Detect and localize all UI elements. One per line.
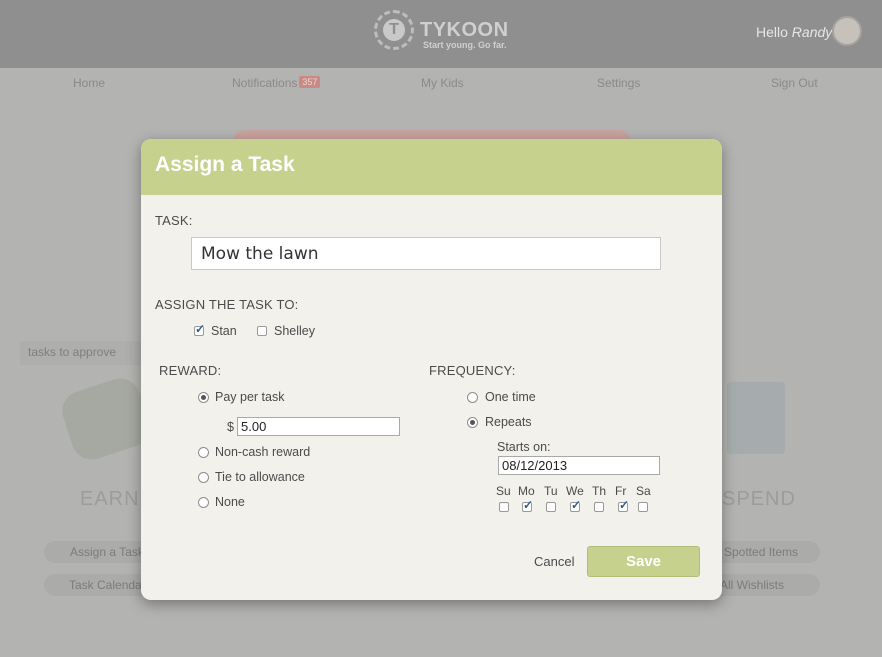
- day-checkbox-we[interactable]: [570, 498, 581, 512]
- reward-radio-none[interactable]: [198, 497, 209, 508]
- day-checkbox-su[interactable]: [499, 502, 509, 512]
- assign-task-dialog: Assign a Task TASK: Mow the lawn ASSIGN …: [141, 139, 722, 600]
- reward-amount-input[interactable]: 5.00: [237, 417, 400, 436]
- day-label-th: Th: [592, 484, 607, 498]
- frequency-option-one-time: One time: [485, 390, 536, 404]
- day-checkbox-sa[interactable]: [638, 502, 648, 512]
- frequency-label: FREQUENCY:: [429, 363, 516, 378]
- day-checkbox-fr[interactable]: [618, 498, 629, 512]
- kid-name-shelley: Shelley: [274, 324, 315, 338]
- day-label-mo: Mo: [518, 484, 535, 498]
- day-label-fr: Fr: [615, 484, 627, 498]
- reward-radio-pay-per-task[interactable]: [198, 392, 209, 403]
- cancel-button[interactable]: Cancel: [534, 554, 574, 569]
- day-label-sa: Sa: [636, 484, 651, 498]
- reward-radio-tie-allowance[interactable]: [198, 472, 209, 483]
- save-button[interactable]: Save: [587, 546, 700, 577]
- start-date-input[interactable]: 08/12/2013: [498, 456, 660, 475]
- task-name-input[interactable]: Mow the lawn: [191, 237, 661, 270]
- reward-option-none: None: [215, 495, 245, 509]
- reward-option-non-cash: Non-cash reward: [215, 445, 311, 459]
- reward-option-tie-allowance: Tie to allowance: [215, 470, 305, 484]
- frequency-option-repeats: Repeats: [485, 415, 532, 429]
- kid-checkbox-stan[interactable]: [194, 322, 205, 336]
- starts-on-label: Starts on:: [497, 440, 551, 454]
- assign-to-label: ASSIGN THE TASK TO:: [155, 297, 299, 312]
- currency-symbol: $: [227, 420, 234, 434]
- frequency-radio-repeats[interactable]: [467, 417, 478, 428]
- reward-radio-non-cash[interactable]: [198, 447, 209, 458]
- day-label-su: Su: [496, 484, 511, 498]
- kid-checkbox-shelley[interactable]: [257, 326, 267, 336]
- day-label-tu: Tu: [544, 484, 558, 498]
- reward-option-pay-per-task: Pay per task: [215, 390, 285, 404]
- day-checkbox-tu[interactable]: [546, 502, 556, 512]
- day-checkbox-mo[interactable]: [522, 498, 533, 512]
- task-label: TASK:: [155, 213, 193, 228]
- dialog-header: Assign a Task: [141, 139, 722, 195]
- dialog-title: Assign a Task: [155, 153, 295, 176]
- frequency-radio-one-time[interactable]: [467, 392, 478, 403]
- day-checkbox-th[interactable]: [594, 502, 604, 512]
- day-label-we: We: [566, 484, 584, 498]
- kid-name-stan: Stan: [211, 324, 237, 338]
- reward-label: REWARD:: [159, 363, 222, 378]
